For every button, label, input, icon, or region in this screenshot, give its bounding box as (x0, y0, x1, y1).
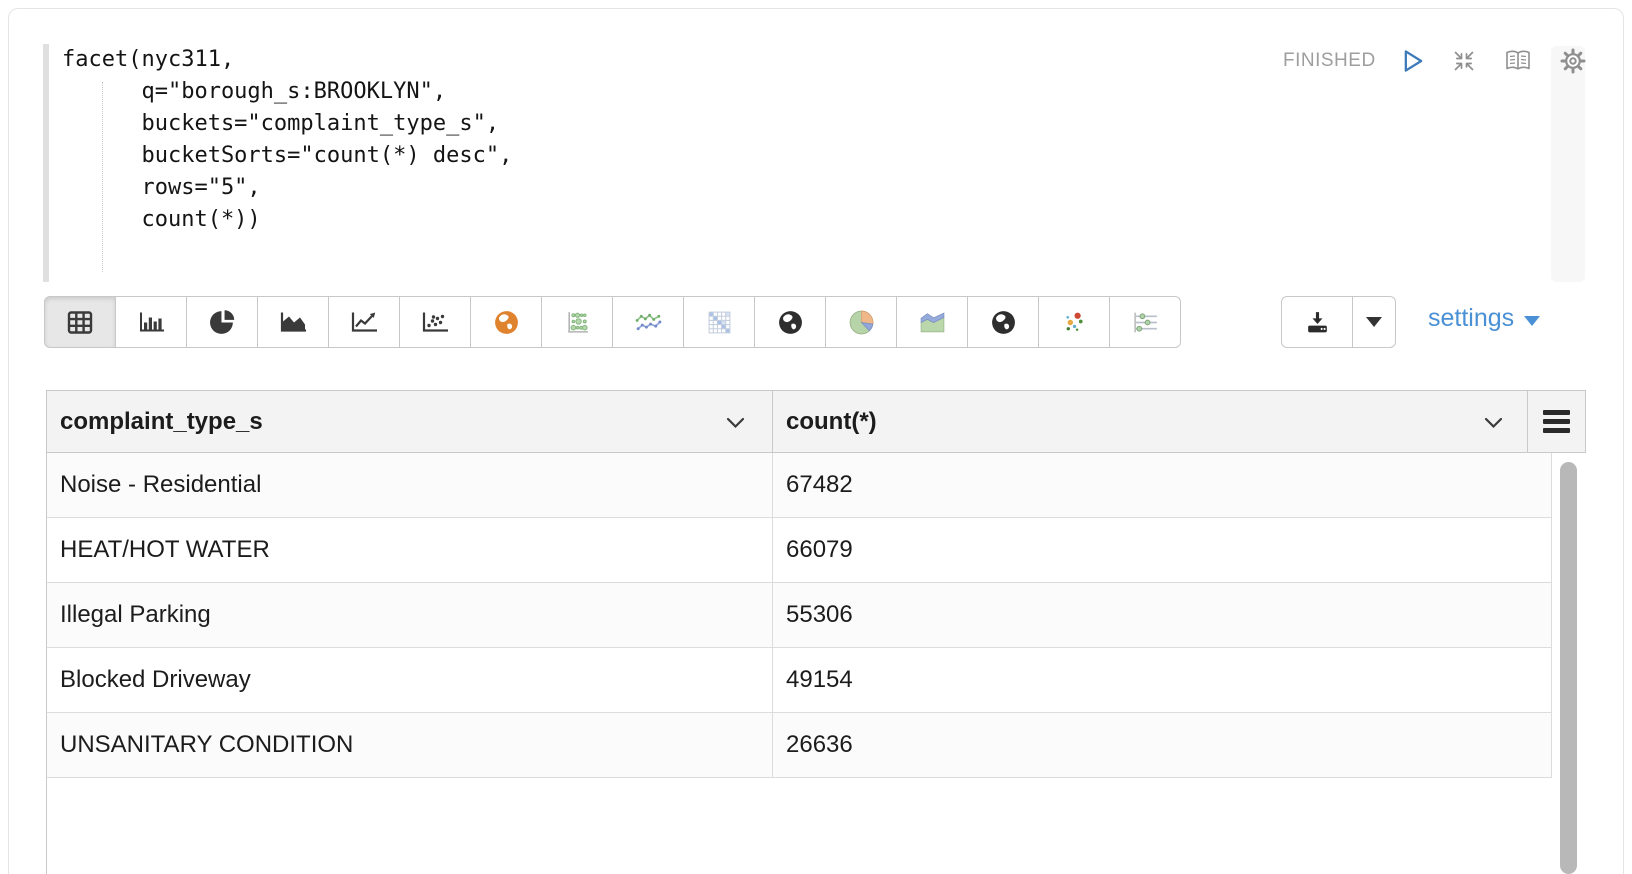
chart-type-area-button[interactable] (257, 296, 329, 348)
chart-type-bubble-button[interactable] (541, 296, 613, 348)
download-split-button (1281, 296, 1396, 348)
paragraph-controls: FINISHED (1283, 46, 1587, 76)
bubble-matrix-icon (564, 309, 591, 336)
table-row[interactable]: Noise - Residential 67482 (46, 453, 1552, 518)
code-line: buckets="complaint_type_s", (62, 108, 512, 140)
dark-globe2-icon (990, 309, 1017, 336)
cell-count: 49154 (773, 648, 1551, 712)
collapse-icon (1451, 48, 1477, 74)
cell-complaint-type: UNSANITARY CONDITION (47, 713, 773, 777)
colored-pie-icon (848, 309, 875, 336)
settings-label: settings (1428, 304, 1514, 333)
multi-line-icon (634, 309, 663, 336)
run-button[interactable] (1402, 48, 1425, 74)
line-chart-icon (349, 309, 379, 336)
gear-icon (1559, 47, 1587, 75)
editor-scrollbar-track[interactable] (1551, 46, 1585, 282)
paragraph-settings-button[interactable] (1559, 47, 1587, 75)
stacked-area-icon (918, 309, 947, 336)
notebook-paragraph: facet(nyc311, q="borough_s:BROOKLYN", bu… (0, 0, 1632, 874)
caret-down-icon (1366, 317, 1382, 327)
table-menu-button[interactable] (1527, 390, 1586, 453)
settings-caret-icon (1524, 316, 1540, 326)
parallel-coords-icon (1131, 309, 1160, 336)
chart-type-table-button[interactable] (44, 296, 116, 348)
chart-type-dots-button[interactable] (1038, 296, 1110, 348)
play-icon (1402, 48, 1425, 74)
book-icon (1503, 48, 1533, 74)
chart-type-pie2-button[interactable] (825, 296, 897, 348)
colored-scatter-icon (1061, 309, 1088, 336)
chart-type-toolbar (44, 296, 1181, 348)
chart-type-line-button[interactable] (328, 296, 400, 348)
chart-type-parallel-button[interactable] (1109, 296, 1181, 348)
pie-chart-icon (209, 309, 236, 336)
chart-type-pie-button[interactable] (186, 296, 258, 348)
chart-type-globe2-button[interactable] (967, 296, 1039, 348)
collapse-output-button[interactable] (1451, 48, 1477, 74)
hamburger-icon (1543, 410, 1570, 433)
table-row[interactable]: HEAT/HOT WATER 66079 (46, 518, 1552, 583)
bar-chart-icon (136, 309, 166, 336)
chart-type-scatter-button[interactable] (399, 296, 471, 348)
cell-complaint-type: Blocked Driveway (47, 648, 773, 712)
status-badge: FINISHED (1283, 50, 1376, 72)
chart-type-multiline-button[interactable] (612, 296, 684, 348)
editor-left-bar (43, 44, 49, 282)
table-scrollbar[interactable] (1560, 462, 1577, 874)
table-row[interactable]: Blocked Driveway 49154 (46, 648, 1552, 713)
table-icon (65, 309, 95, 336)
column-header-complaint-type[interactable]: complaint_type_s (46, 390, 772, 453)
scatter-chart-icon (420, 309, 450, 336)
settings-toggle[interactable]: settings (1428, 304, 1540, 333)
code-editor[interactable]: facet(nyc311, q="borough_s:BROOKLYN", bu… (62, 44, 512, 236)
chart-type-map-button[interactable] (470, 296, 542, 348)
code-line: q="borough_s:BROOKLYN", (62, 76, 512, 108)
area-chart-icon (278, 309, 308, 336)
chart-type-stacked-area-button[interactable] (896, 296, 968, 348)
orange-globe-icon (493, 309, 520, 336)
cell-count: 66079 (773, 518, 1551, 582)
heatmap-grid-icon (706, 309, 733, 336)
column-header-count[interactable]: count(*) (772, 390, 1527, 453)
code-line: rows="5", (62, 172, 512, 204)
cell-count: 67482 (773, 453, 1551, 517)
cell-count: 55306 (773, 583, 1551, 647)
cell-complaint-type: Noise - Residential (47, 453, 773, 517)
dark-globe-icon (777, 309, 804, 336)
chart-type-globe-button[interactable] (754, 296, 826, 348)
cell-complaint-type: Illegal Parking (47, 583, 773, 647)
code-line: count(*)) (62, 204, 512, 236)
table-row[interactable]: UNSANITARY CONDITION 26636 (46, 713, 1552, 778)
code-line: bucketSorts="count(*) desc", (62, 140, 512, 172)
column-dropdown-icon[interactable] (1484, 417, 1503, 429)
table-empty-area (46, 778, 56, 874)
cell-complaint-type: HEAT/HOT WATER (47, 518, 773, 582)
cell-count: 26636 (773, 713, 1551, 777)
show-editor-button[interactable] (1503, 48, 1533, 74)
code-line: facet(nyc311, (62, 44, 512, 76)
download-icon (1304, 310, 1331, 335)
column-dropdown-icon[interactable] (726, 417, 745, 429)
chart-type-bar-button[interactable] (115, 296, 187, 348)
chart-type-heatmap-button[interactable] (683, 296, 755, 348)
download-button[interactable] (1281, 296, 1353, 348)
table-row[interactable]: Illegal Parking 55306 (46, 583, 1552, 648)
download-options-button[interactable] (1352, 296, 1396, 348)
